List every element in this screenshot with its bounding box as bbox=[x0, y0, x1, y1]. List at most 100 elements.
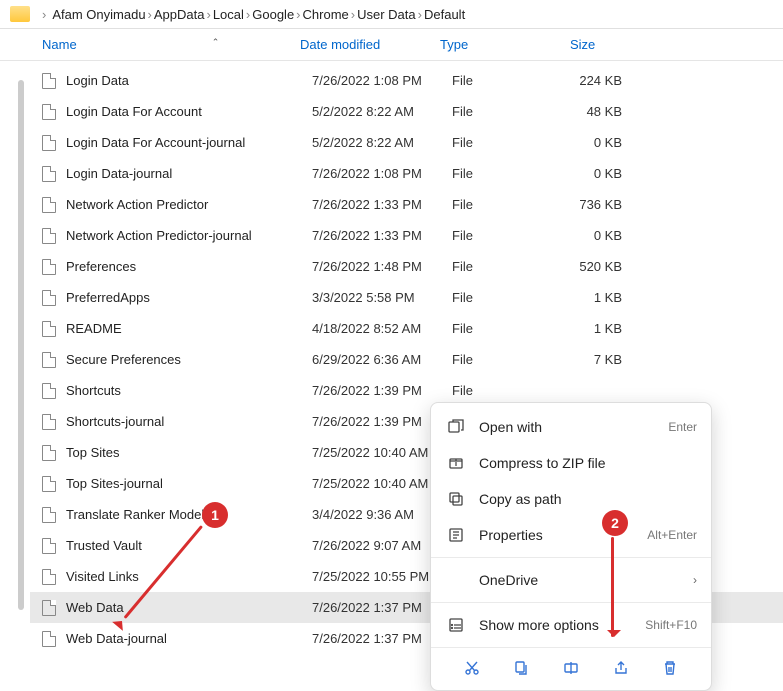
file-type: File bbox=[452, 135, 542, 150]
copy-path-icon bbox=[445, 490, 467, 508]
scrollbar[interactable] bbox=[18, 80, 24, 610]
file-name: Network Action Predictor-journal bbox=[66, 228, 312, 243]
file-row[interactable]: Login Data For Account5/2/2022 8:22 AMFi… bbox=[30, 96, 783, 127]
file-type: File bbox=[452, 166, 542, 181]
annotation-arrowhead-2 bbox=[607, 630, 621, 644]
delete-icon[interactable] bbox=[656, 656, 684, 680]
column-type[interactable]: Type bbox=[440, 37, 570, 52]
properties-icon bbox=[445, 526, 467, 544]
file-icon bbox=[42, 73, 56, 89]
file-name: Shortcuts bbox=[66, 383, 312, 398]
file-name: Login Data For Account bbox=[66, 104, 312, 119]
file-row[interactable]: Login Data-journal7/26/2022 1:08 PMFile0… bbox=[30, 158, 783, 189]
file-row[interactable]: PreferredApps3/3/2022 5:58 PMFile1 KB bbox=[30, 282, 783, 313]
breadcrumb-bar[interactable]: › Afam Onyimadu›AppData›Local›Google›Chr… bbox=[0, 0, 783, 29]
file-type: File bbox=[452, 259, 542, 274]
breadcrumb-item[interactable]: Afam Onyimadu bbox=[52, 7, 145, 22]
file-size: 0 KB bbox=[542, 166, 622, 181]
file-row[interactable]: README4/18/2022 8:52 AMFile1 KB bbox=[30, 313, 783, 344]
chevron-right-icon[interactable]: › bbox=[349, 7, 357, 22]
annotation-badge-2: 2 bbox=[602, 510, 628, 536]
file-date: 5/2/2022 8:22 AM bbox=[312, 135, 452, 150]
column-size[interactable]: Size bbox=[570, 37, 670, 52]
file-row[interactable]: Login Data For Account-journal5/2/2022 8… bbox=[30, 127, 783, 158]
column-date[interactable]: Date modified bbox=[300, 37, 440, 52]
file-size: 7 KB bbox=[542, 352, 622, 367]
file-date: 7/26/2022 1:08 PM bbox=[312, 73, 452, 88]
chevron-right-icon[interactable]: › bbox=[244, 7, 252, 22]
file-row[interactable]: Network Action Predictor7/26/2022 1:33 P… bbox=[30, 189, 783, 220]
file-row[interactable]: Preferences7/26/2022 1:48 PMFile520 KB bbox=[30, 251, 783, 282]
chevron-right-icon: › bbox=[693, 573, 697, 587]
breadcrumb-item[interactable]: AppData bbox=[154, 7, 205, 22]
cut-icon[interactable] bbox=[458, 656, 486, 680]
file-name: Login Data-journal bbox=[66, 166, 312, 181]
file-date: 7/26/2022 1:33 PM bbox=[312, 228, 452, 243]
file-size: 0 KB bbox=[542, 228, 622, 243]
menu-separator bbox=[431, 557, 711, 558]
file-icon bbox=[42, 197, 56, 213]
menu-copy-path[interactable]: Copy as path bbox=[431, 481, 711, 517]
chevron-right-icon[interactable]: › bbox=[146, 7, 154, 22]
file-icon bbox=[42, 569, 56, 585]
file-type: File bbox=[452, 321, 542, 336]
breadcrumb-item[interactable]: Chrome bbox=[303, 7, 349, 22]
file-icon bbox=[42, 414, 56, 430]
file-icon bbox=[42, 476, 56, 492]
menu-open-with[interactable]: Open with Enter bbox=[431, 409, 711, 445]
chevron-right-icon[interactable]: › bbox=[294, 7, 302, 22]
annotation-arrow-2 bbox=[611, 537, 614, 637]
file-type: File bbox=[452, 197, 542, 212]
sort-caret-icon: ⌃ bbox=[212, 37, 220, 47]
file-icon bbox=[42, 166, 56, 182]
chevron-right-icon[interactable]: › bbox=[416, 7, 424, 22]
chevron-right-icon[interactable]: › bbox=[204, 7, 212, 22]
chevron-right-icon[interactable]: › bbox=[40, 7, 48, 22]
file-icon bbox=[42, 631, 56, 647]
context-menu: Open with Enter Compress to ZIP file Cop… bbox=[430, 402, 712, 691]
breadcrumb-item[interactable]: User Data bbox=[357, 7, 416, 22]
file-type: File bbox=[452, 104, 542, 119]
file-name: Web Data bbox=[66, 600, 312, 615]
file-row[interactable]: Login Data7/26/2022 1:08 PMFile224 KB bbox=[30, 65, 783, 96]
file-name: Web Data-journal bbox=[66, 631, 312, 646]
breadcrumb-item[interactable]: Default bbox=[424, 7, 465, 22]
file-name: Translate Ranker Model bbox=[66, 507, 312, 522]
file-date: 3/3/2022 5:58 PM bbox=[312, 290, 452, 305]
file-size: 1 KB bbox=[542, 290, 622, 305]
file-row[interactable]: Secure Preferences6/29/2022 6:36 AMFile7… bbox=[30, 344, 783, 375]
file-type: File bbox=[452, 228, 542, 243]
file-type: File bbox=[452, 73, 542, 88]
menu-action-row bbox=[431, 647, 711, 684]
file-size: 224 KB bbox=[542, 73, 622, 88]
file-row[interactable]: Network Action Predictor-journal7/26/202… bbox=[30, 220, 783, 251]
file-name: Secure Preferences bbox=[66, 352, 312, 367]
rename-icon[interactable] bbox=[557, 656, 585, 680]
breadcrumb-item[interactable]: Google bbox=[252, 7, 294, 22]
share-icon[interactable] bbox=[607, 656, 635, 680]
file-size: 1 KB bbox=[542, 321, 622, 336]
column-name[interactable]: Name⌃ bbox=[42, 37, 300, 52]
file-name: Login Data For Account-journal bbox=[66, 135, 312, 150]
folder-icon bbox=[10, 6, 30, 22]
file-icon bbox=[42, 600, 56, 616]
menu-properties[interactable]: Properties Alt+Enter bbox=[431, 517, 711, 553]
copy-icon[interactable] bbox=[507, 656, 535, 680]
breadcrumb-item[interactable]: Local bbox=[213, 7, 244, 22]
file-date: 7/26/2022 1:39 PM bbox=[312, 383, 452, 398]
file-name: Preferences bbox=[66, 259, 312, 274]
file-icon bbox=[42, 507, 56, 523]
file-size: 0 KB bbox=[542, 135, 622, 150]
file-date: 7/26/2022 1:08 PM bbox=[312, 166, 452, 181]
menu-compress-zip[interactable]: Compress to ZIP file bbox=[431, 445, 711, 481]
menu-onedrive[interactable]: OneDrive › bbox=[431, 562, 711, 598]
file-name: Visited Links bbox=[66, 569, 312, 584]
file-type: File bbox=[452, 352, 542, 367]
onedrive-icon bbox=[445, 571, 467, 589]
file-size: 48 KB bbox=[542, 104, 622, 119]
file-icon bbox=[42, 135, 56, 151]
file-icon bbox=[42, 352, 56, 368]
file-date: 6/29/2022 6:36 AM bbox=[312, 352, 452, 367]
menu-show-more[interactable]: Show more options Shift+F10 bbox=[431, 607, 711, 643]
file-date: 5/2/2022 8:22 AM bbox=[312, 104, 452, 119]
